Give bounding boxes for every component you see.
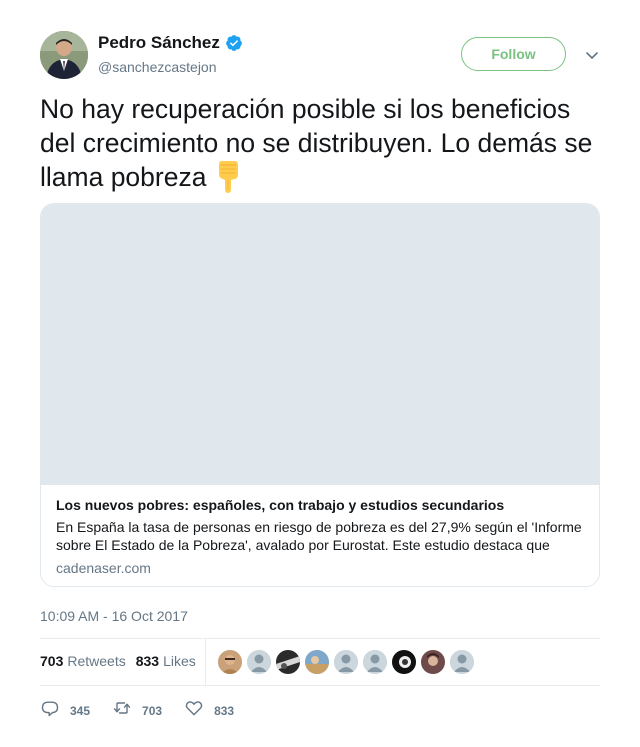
liker-avatar[interactable] xyxy=(363,650,387,674)
liker-avatar[interactable] xyxy=(247,650,271,674)
retweets-stat[interactable]: 703 Retweets xyxy=(40,653,126,669)
divider xyxy=(40,638,600,639)
tweet-timestamp[interactable]: 10:09 AM - 16 Oct 2017 xyxy=(40,608,188,624)
tweet-text: No hay recuperación posible si los benef… xyxy=(40,92,605,194)
engagement-stats: 703 Retweets 833 Likes xyxy=(40,653,206,669)
likes-stat[interactable]: 833 Likes xyxy=(136,653,196,669)
follow-button[interactable]: Follow xyxy=(461,37,566,71)
verified-badge-icon xyxy=(225,34,243,52)
author-handle[interactable]: @sanchezcastejon xyxy=(98,59,217,75)
retweet-count: 703 xyxy=(142,703,163,718)
divider xyxy=(40,685,600,686)
link-card[interactable]: Los nuevos pobres: españoles, con trabaj… xyxy=(40,203,600,587)
liker-avatar[interactable] xyxy=(421,650,445,674)
liker-avatar[interactable] xyxy=(334,650,358,674)
retweet-icon xyxy=(112,698,132,723)
chevron-down-icon[interactable] xyxy=(584,47,600,63)
author-name[interactable]: Pedro Sánchez xyxy=(98,33,220,53)
liker-avatar[interactable] xyxy=(305,650,329,674)
tweet-actions: 345 703 833 xyxy=(40,698,256,723)
card-description: En España la tasa de personas en riesgo … xyxy=(56,519,582,553)
like-button[interactable]: 833 xyxy=(184,698,234,723)
liker-avatar[interactable] xyxy=(392,650,416,674)
pointing-down-emoji-icon xyxy=(212,160,244,194)
reply-button[interactable]: 345 xyxy=(40,698,90,723)
reply-icon xyxy=(40,698,60,723)
retweet-button[interactable]: 703 xyxy=(112,698,162,723)
like-count: 833 xyxy=(214,703,235,718)
retweets-label: Retweets xyxy=(67,653,126,669)
author-avatar[interactable] xyxy=(40,31,88,79)
likes-label: Likes xyxy=(163,653,196,669)
likes-count: 833 xyxy=(135,653,160,669)
liker-avatar[interactable] xyxy=(450,650,474,674)
retweets-count: 703 xyxy=(40,653,64,669)
reply-count: 345 xyxy=(70,703,91,718)
card-domain[interactable]: cadenaser.com xyxy=(56,560,151,576)
card-title[interactable]: Los nuevos pobres: españoles, con trabaj… xyxy=(56,497,504,513)
tweet-body: No hay recuperación posible si los benef… xyxy=(40,94,593,192)
liker-avatar[interactable] xyxy=(218,650,242,674)
liker-avatars xyxy=(218,650,479,674)
heart-icon xyxy=(184,698,204,723)
liker-avatar[interactable] xyxy=(276,650,300,674)
stats-separator xyxy=(205,639,206,685)
card-image-placeholder[interactable] xyxy=(41,204,599,485)
tweet-header: Pedro Sánchez @sanchezcastejon Follow xyxy=(40,31,600,79)
